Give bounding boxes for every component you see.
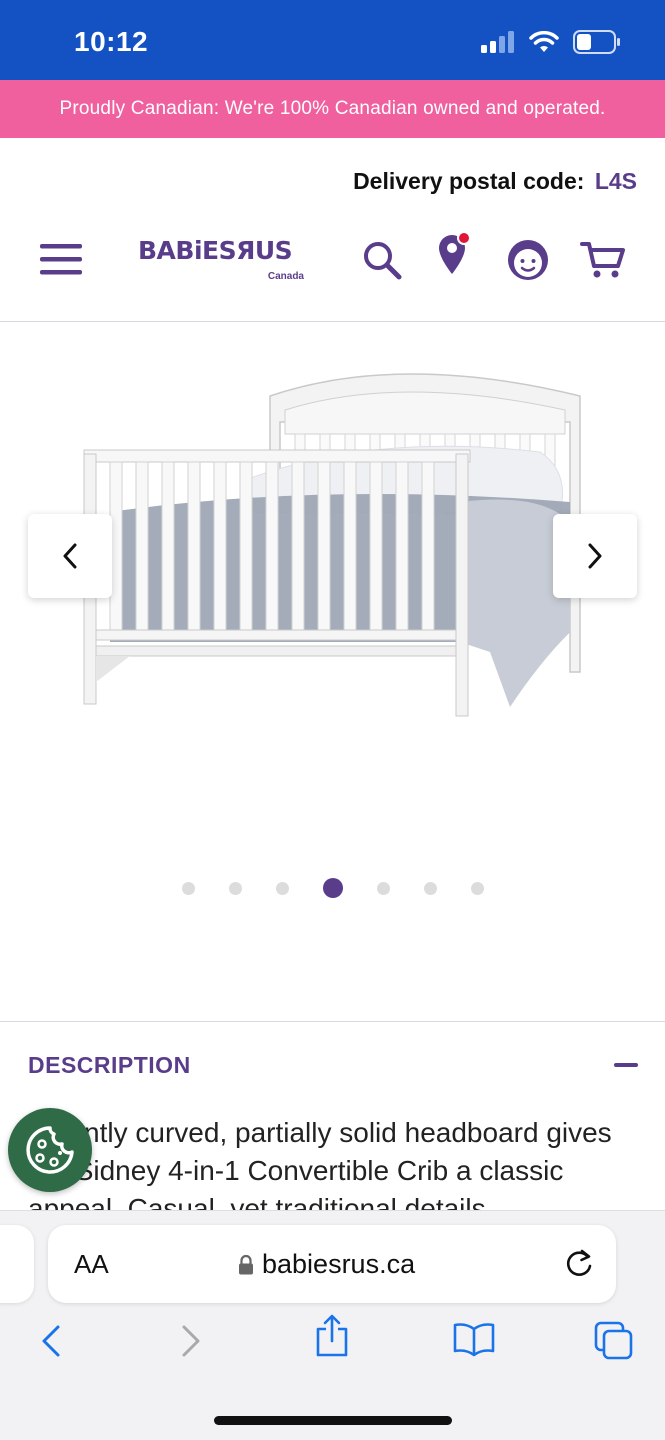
battery-icon (573, 30, 620, 54)
browser-bottom-bar: AA babiesrus.ca (0, 1210, 665, 1440)
gallery-next-button[interactable] (553, 514, 637, 598)
chevron-left-icon (63, 543, 77, 569)
logo-subtitle: Canada (267, 271, 304, 282)
previous-tab-preview[interactable] (0, 1225, 34, 1303)
reload-icon (566, 1249, 592, 1276)
gallery-prev-button[interactable] (28, 514, 112, 598)
share-icon[interactable] (314, 1313, 350, 1364)
url-display[interactable]: babiesrus.ca (238, 1249, 415, 1280)
back-icon[interactable] (38, 1321, 62, 1366)
url-text: babiesrus.ca (262, 1249, 416, 1279)
menu-icon[interactable] (40, 242, 82, 276)
account-icon[interactable] (506, 238, 550, 282)
gallery-dot[interactable] (228, 882, 242, 895)
search-icon[interactable] (362, 240, 402, 280)
forward-icon[interactable] (180, 1321, 204, 1366)
gallery-dot[interactable] (470, 882, 484, 895)
delivery-postal-code[interactable]: Delivery postal code: L4S (353, 168, 637, 195)
cookie-settings-button[interactable] (8, 1108, 92, 1192)
status-time: 10:12 (74, 26, 149, 57)
product-gallery (0, 322, 665, 1022)
description-body: A gently curved, partially solid headboa… (28, 1117, 612, 1212)
wifi-icon (529, 31, 559, 52)
gallery-pagination (0, 878, 665, 898)
address-bar[interactable]: AA babiesrus.ca (48, 1225, 616, 1303)
babiesrus-logo[interactable]: BABiESЯUS Canada (138, 236, 308, 282)
tabs-icon[interactable] (594, 1321, 634, 1366)
promo-text: Proudly Canadian: We're 100% Canadian ow… (59, 98, 606, 119)
cookie-icon (26, 1126, 74, 1174)
cellular-signal-icon (481, 31, 514, 53)
browser-toolbar (0, 1314, 665, 1381)
reload-button[interactable] (564, 1247, 594, 1284)
product-image-crib (83, 373, 581, 717)
cart-icon[interactable] (580, 240, 626, 280)
chevron-right-icon (588, 543, 602, 569)
status-bar: 10:12 (0, 0, 665, 80)
description-heading[interactable]: DESCRIPTION (28, 1052, 191, 1079)
gallery-dot[interactable] (181, 882, 195, 895)
header-nav: BABiESЯUS Canada (0, 222, 665, 298)
reader-options-button[interactable]: AA (74, 1249, 109, 1280)
gallery-dot[interactable] (423, 882, 437, 895)
collapse-minus-icon[interactable] (614, 1063, 638, 1067)
promo-banner: Proudly Canadian: We're 100% Canadian ow… (0, 80, 665, 138)
lock-icon (239, 1254, 253, 1274)
status-icons (481, 30, 621, 54)
logo-text: BABiESЯUS (138, 236, 293, 265)
delivery-label: Delivery postal code: (353, 168, 585, 194)
gallery-dot-active[interactable] (322, 878, 343, 898)
postal-code-value[interactable]: L4S (595, 168, 637, 194)
gallery-divider (0, 1021, 665, 1022)
bookmarks-icon[interactable] (452, 1321, 496, 1362)
location-pin-icon[interactable] (436, 230, 472, 276)
gallery-dot[interactable] (275, 882, 289, 895)
gallery-dot[interactable] (376, 882, 390, 895)
home-indicator[interactable] (214, 1416, 452, 1425)
